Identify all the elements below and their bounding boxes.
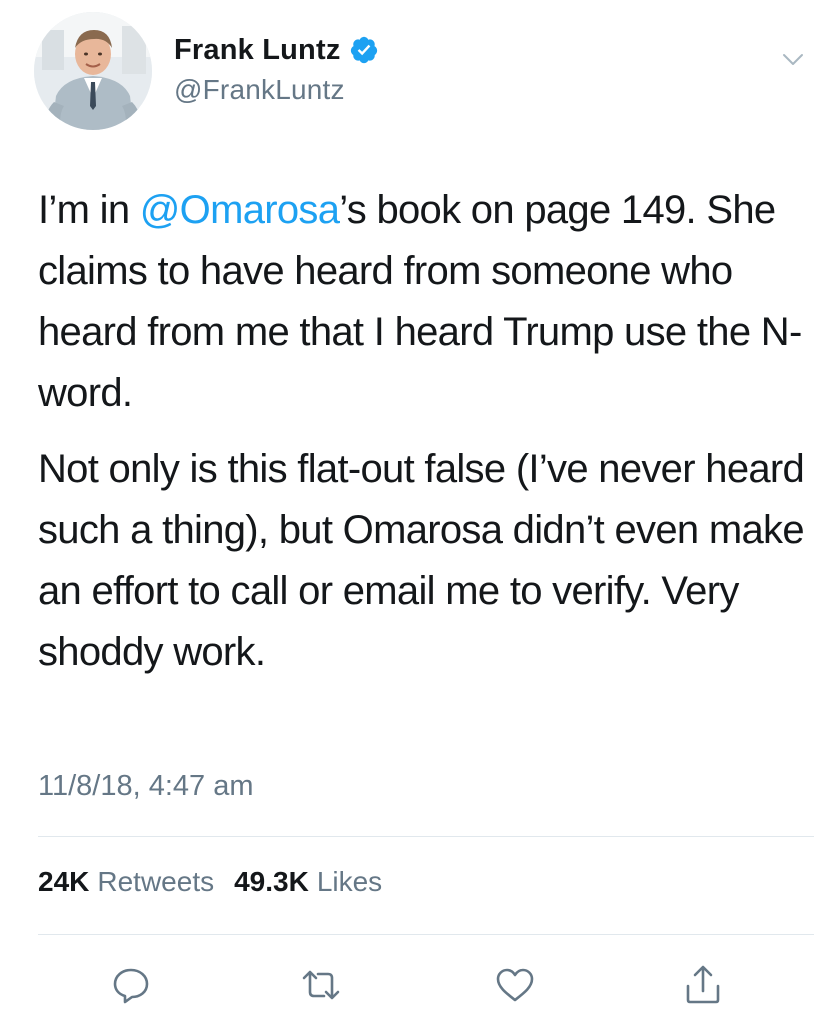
user-handle[interactable]: @FrankLuntz	[174, 74, 379, 106]
likes-count: 49.3K	[234, 866, 309, 897]
retweets-count: 24K	[38, 866, 90, 897]
user-names: Frank Luntz @FrankLuntz	[174, 30, 379, 106]
avatar-image	[34, 12, 152, 130]
display-name[interactable]: Frank Luntz	[174, 34, 341, 67]
tweet-actions	[0, 962, 840, 1012]
reply-icon[interactable]	[108, 962, 154, 1008]
retweets-stat[interactable]: 24K Retweets	[38, 866, 214, 898]
share-icon[interactable]	[680, 962, 726, 1008]
tweet-timestamp[interactable]: 11/8/18, 4:47 am	[38, 770, 254, 803]
avatar[interactable]	[34, 12, 152, 130]
tweet-paragraph-2: Not only is this flat-out false (I’ve ne…	[38, 447, 805, 674]
chevron-down-icon[interactable]	[780, 46, 806, 72]
likes-label: Likes	[316, 866, 383, 897]
likes-stat[interactable]: 49.3K Likes	[234, 866, 382, 898]
tweet-paragraph-1: I’m in @Omarosa’s book on page 149. She …	[38, 180, 828, 424]
tweet-text-segment: I’m in	[38, 188, 140, 232]
display-name-row: Frank Luntz	[174, 30, 379, 70]
divider	[38, 836, 814, 837]
retweet-icon[interactable]	[298, 962, 344, 1008]
heart-icon[interactable]	[492, 962, 538, 1008]
divider	[38, 934, 814, 935]
tweet-text: I’m in @Omarosa’s book on page 149. She …	[38, 180, 828, 683]
mention-link[interactable]: @Omarosa	[140, 188, 340, 232]
verified-badge-icon	[349, 35, 379, 65]
tweet-stats: 24K Retweets 49.3K Likes	[38, 866, 402, 898]
tweet-header: Frank Luntz @FrankLuntz	[34, 12, 814, 132]
retweets-label: Retweets	[97, 866, 215, 897]
tweet-card: Frank Luntz @FrankLuntz I’m in @Omarosa’…	[0, 0, 840, 1024]
